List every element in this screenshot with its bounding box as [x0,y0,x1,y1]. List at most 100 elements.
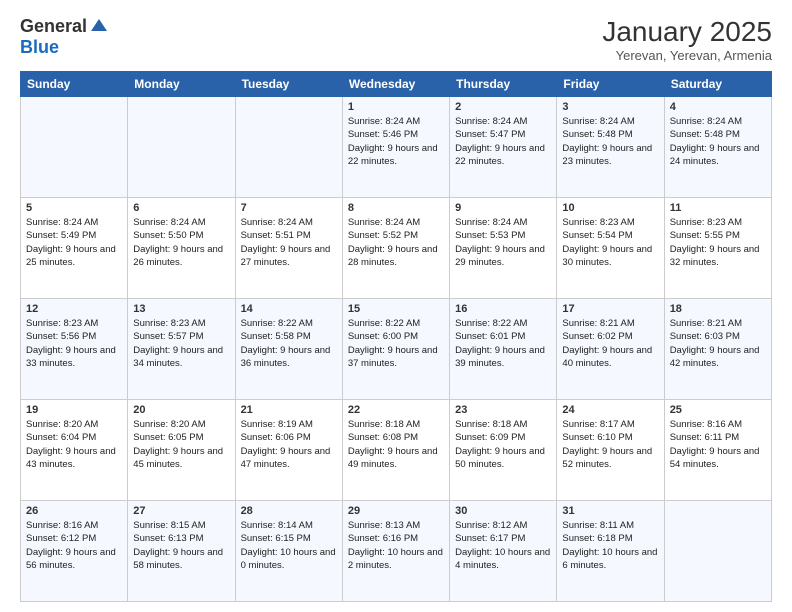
calendar-header-row: SundayMondayTuesdayWednesdayThursdayFrid… [21,72,772,97]
day-info: Sunrise: 8:24 AMSunset: 5:53 PMDaylight:… [455,216,551,269]
day-number: 15 [348,303,444,315]
day-number: 21 [241,404,337,416]
day-info: Sunrise: 8:22 AMSunset: 5:58 PMDaylight:… [241,317,337,370]
day-info: Sunrise: 8:11 AMSunset: 6:18 PMDaylight:… [562,519,658,572]
day-number: 27 [133,505,229,517]
day-cell: 29 Sunrise: 8:13 AMSunset: 6:16 PMDayligh… [342,501,449,602]
day-number: 18 [670,303,766,315]
day-number: 22 [348,404,444,416]
day-info: Sunrise: 8:24 AMSunset: 5:48 PMDaylight:… [670,115,766,168]
day-number: 4 [670,101,766,113]
day-number: 24 [562,404,658,416]
day-cell: 10 Sunrise: 8:23 AMSunset: 5:54 PMDayligh… [557,198,664,299]
day-info: Sunrise: 8:18 AMSunset: 6:08 PMDaylight:… [348,418,444,471]
day-info: Sunrise: 8:22 AMSunset: 6:00 PMDaylight:… [348,317,444,370]
day-cell: 16 Sunrise: 8:22 AMSunset: 6:01 PMDayligh… [450,299,557,400]
day-cell: 8 Sunrise: 8:24 AMSunset: 5:52 PMDaylight… [342,198,449,299]
day-number: 17 [562,303,658,315]
day-info: Sunrise: 8:14 AMSunset: 6:15 PMDaylight:… [241,519,337,572]
day-cell: 31Sunrise: 8:11 AMSunset: 6:18 PMDayligh… [557,501,664,602]
day-number: 9 [455,202,551,214]
day-number: 8 [348,202,444,214]
day-cell: 12Sunrise: 8:23 AMSunset: 5:56 PMDayligh… [21,299,128,400]
day-number: 3 [562,101,658,113]
day-info: Sunrise: 8:24 AMSunset: 5:52 PMDaylight:… [348,216,444,269]
day-info: Sunrise: 8:18 AMSunset: 6:09 PMDaylight:… [455,418,551,471]
day-number: 23 [455,404,551,416]
day-info: Sunrise: 8:15 AMSunset: 6:13 PMDaylight:… [133,519,229,572]
day-number: 20 [133,404,229,416]
day-info: Sunrise: 8:13 AMSunset: 6:16 PMDaylight:… [348,519,444,572]
day-cell: 9 Sunrise: 8:24 AMSunset: 5:53 PMDaylight… [450,198,557,299]
day-header-saturday: Saturday [664,72,771,97]
page: General Blue January 2025 Yerevan, Yerev… [0,0,792,612]
day-number: 26 [26,505,122,517]
day-cell [235,97,342,198]
day-cell: 5 Sunrise: 8:24 AMSunset: 5:49 PMDaylight… [21,198,128,299]
day-header-friday: Friday [557,72,664,97]
day-info: Sunrise: 8:24 AMSunset: 5:50 PMDaylight:… [133,216,229,269]
day-info: Sunrise: 8:24 AMSunset: 5:47 PMDaylight:… [455,115,551,168]
day-cell: 25Sunrise: 8:16 AMSunset: 6:11 PMDayligh… [664,400,771,501]
day-cell: 21 Sunrise: 8:19 AMSunset: 6:06 PMDayligh… [235,400,342,501]
day-cell: 18 Sunrise: 8:21 AMSunset: 6:03 PMDayligh… [664,299,771,400]
logo-icon [89,17,109,37]
day-info: Sunrise: 8:24 AMSunset: 5:51 PMDaylight:… [241,216,337,269]
day-info: Sunrise: 8:23 AMSunset: 5:55 PMDaylight:… [670,216,766,269]
day-cell: 13Sunrise: 8:23 AMSunset: 5:57 PMDayligh… [128,299,235,400]
calendar: SundayMondayTuesdayWednesdayThursdayFrid… [20,71,772,602]
day-cell: 26 Sunrise: 8:16 AMSunset: 6:12 PMDayligh… [21,501,128,602]
day-cell: 6 Sunrise: 8:24 AMSunset: 5:50 PMDaylight… [128,198,235,299]
day-cell [664,501,771,602]
day-header-wednesday: Wednesday [342,72,449,97]
day-number: 25 [670,404,766,416]
day-header-sunday: Sunday [21,72,128,97]
logo-general-text: General [20,16,87,37]
day-cell: 28 Sunrise: 8:14 AMSunset: 6:15 PMDayligh… [235,501,342,602]
day-number: 13 [133,303,229,315]
day-cell: 3 Sunrise: 8:24 AMSunset: 5:48 PMDaylight… [557,97,664,198]
day-cell: 22 Sunrise: 8:18 AMSunset: 6:08 PMDayligh… [342,400,449,501]
day-number: 1 [348,101,444,113]
week-row-2: 5 Sunrise: 8:24 AMSunset: 5:49 PMDaylight… [21,198,772,299]
location: Yerevan, Yerevan, Armenia [602,48,772,63]
day-info: Sunrise: 8:12 AMSunset: 6:17 PMDaylight:… [455,519,551,572]
day-number: 6 [133,202,229,214]
day-cell [128,97,235,198]
day-info: Sunrise: 8:20 AMSunset: 6:04 PMDaylight:… [26,418,122,471]
day-cell: 14 Sunrise: 8:22 AMSunset: 5:58 PMDayligh… [235,299,342,400]
day-header-thursday: Thursday [450,72,557,97]
day-info: Sunrise: 8:23 AMSunset: 5:56 PMDaylight:… [26,317,122,370]
header: General Blue January 2025 Yerevan, Yerev… [20,16,772,63]
day-cell: 11 Sunrise: 8:23 AMSunset: 5:55 PMDayligh… [664,198,771,299]
day-info: Sunrise: 8:24 AMSunset: 5:49 PMDaylight:… [26,216,122,269]
day-cell: 7Sunrise: 8:24 AMSunset: 5:51 PMDaylight… [235,198,342,299]
day-info: Sunrise: 8:19 AMSunset: 6:06 PMDaylight:… [241,418,337,471]
day-info: Sunrise: 8:24 AMSunset: 5:46 PMDaylight:… [348,115,444,168]
logo: General Blue [20,16,109,58]
day-number: 29 [348,505,444,517]
day-cell: 23 Sunrise: 8:18 AMSunset: 6:09 PMDayligh… [450,400,557,501]
day-cell: 27 Sunrise: 8:15 AMSunset: 6:13 PMDayligh… [128,501,235,602]
day-number: 10 [562,202,658,214]
day-cell: 1 Sunrise: 8:24 AMSunset: 5:46 PMDaylight… [342,97,449,198]
day-number: 14 [241,303,337,315]
day-number: 28 [241,505,337,517]
day-info: Sunrise: 8:16 AMSunset: 6:12 PMDaylight:… [26,519,122,572]
month-title: January 2025 [602,16,772,48]
day-number: 2 [455,101,551,113]
day-cell: 20Sunrise: 8:20 AMSunset: 6:05 PMDayligh… [128,400,235,501]
day-info: Sunrise: 8:23 AMSunset: 5:54 PMDaylight:… [562,216,658,269]
day-info: Sunrise: 8:22 AMSunset: 6:01 PMDaylight:… [455,317,551,370]
day-info: Sunrise: 8:21 AMSunset: 6:03 PMDaylight:… [670,317,766,370]
header-right: January 2025 Yerevan, Yerevan, Armenia [602,16,772,63]
day-number: 16 [455,303,551,315]
day-number: 11 [670,202,766,214]
day-number: 30 [455,505,551,517]
day-number: 5 [26,202,122,214]
day-cell: 15 Sunrise: 8:22 AMSunset: 6:00 PMDayligh… [342,299,449,400]
day-info: Sunrise: 8:17 AMSunset: 6:10 PMDaylight:… [562,418,658,471]
day-header-tuesday: Tuesday [235,72,342,97]
logo-blue-text: Blue [20,37,59,58]
day-info: Sunrise: 8:24 AMSunset: 5:48 PMDaylight:… [562,115,658,168]
